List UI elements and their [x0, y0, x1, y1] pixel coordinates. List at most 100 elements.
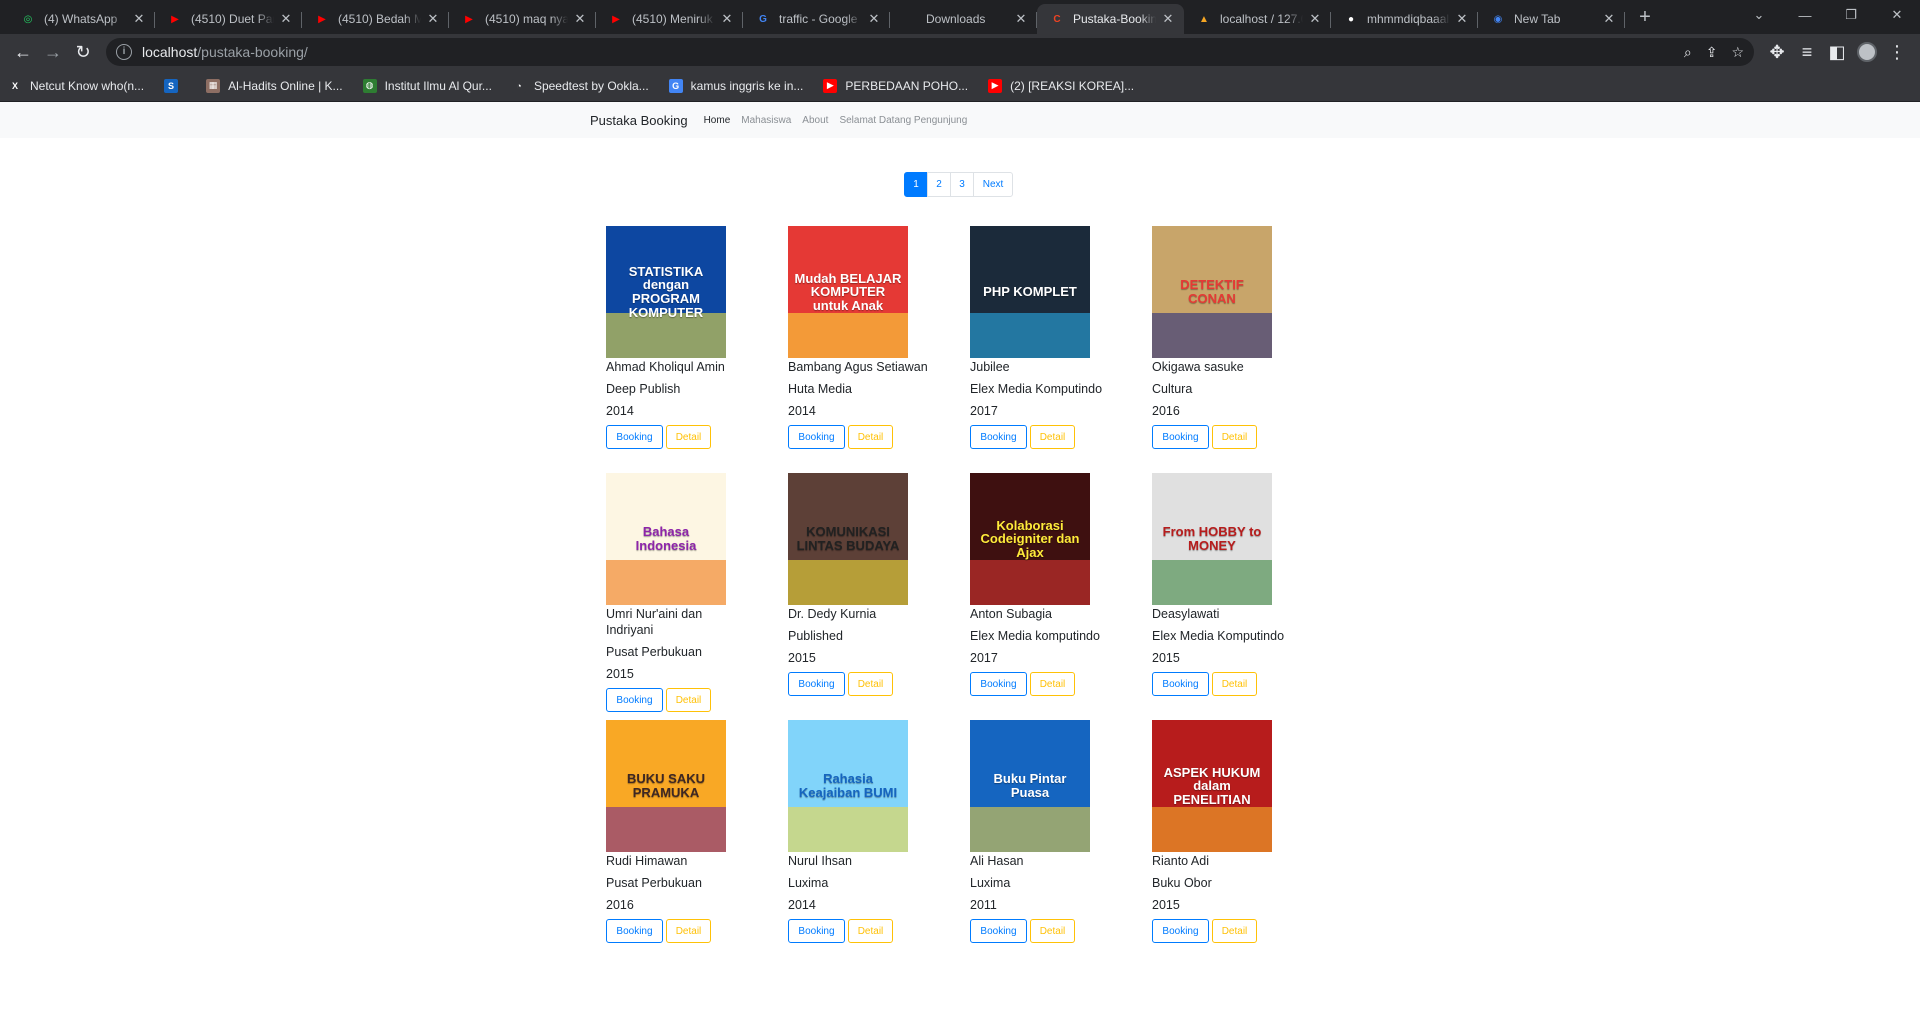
menu-icon[interactable]: ⋮	[1882, 37, 1912, 67]
close-tab-icon[interactable]: ✕	[1454, 11, 1470, 27]
browser-tab[interactable]: ◉ New Tab ✕	[1478, 4, 1625, 34]
share-icon[interactable]: ⇪	[1706, 44, 1718, 61]
page-2-button[interactable]: 2	[927, 172, 951, 197]
detail-button[interactable]: Detail	[1030, 425, 1075, 449]
booking-button[interactable]: Booking	[788, 672, 845, 696]
booking-button[interactable]: Booking	[606, 688, 663, 712]
booking-button[interactable]: Booking	[788, 919, 845, 943]
tab-title: (4510) maq nya	[485, 12, 568, 26]
bookmark-item[interactable]: ▦ Al-Hadits Online | K...	[206, 78, 343, 93]
book-publisher: Pusat Perbukuan	[606, 645, 702, 659]
cover-title: STATISTIKA dengan PROGRAM KOMPUTER	[628, 263, 704, 320]
address-bar[interactable]: i localhost/pustaka-booking/ ⌕ ⇪ ☆	[106, 38, 1754, 66]
detail-button[interactable]: Detail	[1212, 919, 1257, 943]
nav-mahasiswa[interactable]: Mahasiswa	[741, 115, 791, 126]
booking-button[interactable]: Booking	[1152, 425, 1209, 449]
nav-about[interactable]: About	[802, 115, 828, 126]
detail-button[interactable]: Detail	[666, 688, 711, 712]
booking-button[interactable]: Booking	[606, 919, 663, 943]
tab-title: New Tab	[1514, 12, 1561, 26]
book-card: Bahasa Indonesia Umri Nur'aini dan Indriy…	[606, 473, 788, 720]
bookmark-item[interactable]: Gkamus inggris ke in...	[668, 78, 804, 93]
book-actions: Booking Detail	[970, 425, 1152, 449]
close-tab-icon[interactable]: ✕	[131, 11, 147, 27]
navbar-brand[interactable]: Pustaka Booking	[590, 113, 688, 128]
detail-button[interactable]: Detail	[848, 919, 893, 943]
browser-tab[interactable]: C Pustaka-Booking ✕	[1037, 4, 1184, 34]
detail-button[interactable]: Detail	[666, 425, 711, 449]
zoom-icon[interactable]: ⌕	[1684, 44, 1692, 61]
detail-button[interactable]: Detail	[1212, 425, 1257, 449]
browser-tab[interactable]: Gtraffic - Google ✕	[743, 4, 890, 34]
page-1-button[interactable]: 1	[904, 172, 928, 197]
detail-button[interactable]: Detail	[848, 672, 893, 696]
booking-button[interactable]: Booking	[788, 425, 845, 449]
bookmark-label: kamus inggris ke in...	[690, 78, 804, 93]
bookmark-item[interactable]: ▶ (2) [REAKSI KOREA]...	[988, 78, 1134, 93]
forward-button[interactable]: →	[38, 37, 68, 67]
detail-button[interactable]: Detail	[1030, 672, 1075, 696]
bookmark-item[interactable]: S	[164, 78, 186, 93]
bookmark-item[interactable]: X Netcut Know who(n...	[8, 78, 144, 93]
close-tab-icon[interactable]: ✕	[572, 11, 588, 27]
close-tab-icon[interactable]: ✕	[278, 11, 294, 27]
next-page-button[interactable]: Next	[973, 172, 1013, 197]
phpmyadmin-icon: ▲	[1199, 13, 1209, 25]
extensions-icon[interactable]: ✥	[1762, 37, 1792, 67]
detail-button[interactable]: Detail	[1030, 919, 1075, 943]
tab-search-icon[interactable]: ⌄	[1736, 7, 1782, 23]
new-tab-button[interactable]: +	[1631, 4, 1659, 32]
close-tab-icon[interactable]: ✕	[425, 11, 441, 27]
tab-list: ◎ (4) WhatsApp ✕ ▶ (4510) Duet Pan ✕ ▶ (4510) B…	[8, 4, 1625, 34]
close-tab-icon[interactable]: ✕	[1013, 11, 1029, 27]
cover-art	[1152, 560, 1272, 605]
page-3-button[interactable]: 3	[950, 172, 974, 197]
book-grid: STATISTIKA dengan PROGRAM KOMPUTER Ahmad …	[606, 226, 1326, 943]
browser-tab[interactable]: ▶ (4510) Duet Pan ✕	[155, 4, 302, 34]
bookmark-item[interactable]: ▶ PERBEDAAN POHO...	[823, 78, 968, 93]
book-cover-image: ASPEK HUKUM dalam PENELITIAN	[1152, 720, 1272, 852]
book-cover-image: Kolaborasi Codeigniter dan Ajax	[970, 473, 1090, 605]
booking-button[interactable]: Booking	[970, 672, 1027, 696]
close-tab-icon[interactable]: ✕	[1601, 11, 1617, 27]
browser-tab[interactable]: ◎ (4) WhatsApp ✕	[8, 4, 155, 34]
close-tab-icon[interactable]: ✕	[1160, 11, 1176, 27]
bookmark-item[interactable]: ◔ Speedtest by Ookla...	[511, 78, 649, 93]
close-tab-icon[interactable]: ✕	[1307, 11, 1323, 27]
booking-button[interactable]: Booking	[606, 425, 663, 449]
detail-button[interactable]: Detail	[848, 425, 893, 449]
cover-art	[788, 807, 908, 852]
cover-art	[970, 560, 1090, 605]
profile-avatar[interactable]	[1852, 37, 1882, 67]
booking-button[interactable]: Booking	[1152, 672, 1209, 696]
browser-tab[interactable]: ▶ (4510) maq nya ✕	[449, 4, 596, 34]
booking-button[interactable]: Booking	[970, 425, 1027, 449]
minimize-button[interactable]: —	[1782, 8, 1828, 23]
site-info-icon[interactable]: i	[116, 44, 132, 60]
bookmark-star-icon[interactable]: ☆	[1731, 44, 1744, 61]
book-cover-image: STATISTIKA dengan PROGRAM KOMPUTER	[606, 226, 726, 358]
browser-tab[interactable]: ● mhmmdiqbaaal ✕	[1331, 4, 1478, 34]
reload-button[interactable]: ↻	[68, 37, 98, 67]
nav-home[interactable]: Home	[704, 115, 731, 126]
browser-tab[interactable]: ▲ localhost / 127.0 ✕	[1184, 4, 1331, 34]
close-tab-icon[interactable]: ✕	[866, 11, 882, 27]
detail-button[interactable]: Detail	[1212, 672, 1257, 696]
booking-button[interactable]: Booking	[970, 919, 1027, 943]
media-control-icon[interactable]: ≡	[1792, 37, 1822, 67]
browser-tab[interactable]: ▶ (4510) Bedah M ✕	[302, 4, 449, 34]
youtube-icon: ▶	[171, 13, 179, 25]
browser-tab[interactable]: ▶ (4510) Meniruk ✕	[596, 4, 743, 34]
bookmark-item[interactable]: ◍ Institut Ilmu Al Qur...	[362, 78, 492, 93]
close-tab-icon[interactable]: ✕	[719, 11, 735, 27]
cover-art	[1152, 807, 1272, 852]
cover-title: Bahasa Indonesia	[635, 524, 697, 553]
detail-button[interactable]: Detail	[666, 919, 711, 943]
side-panel-icon[interactable]: ◧	[1822, 37, 1852, 67]
restore-button[interactable]: ❐	[1828, 7, 1874, 23]
booking-button[interactable]: Booking	[1152, 919, 1209, 943]
back-button[interactable]: ←	[8, 37, 38, 67]
close-window-button[interactable]: ✕	[1874, 7, 1920, 23]
nav-welcome[interactable]: Selamat Datang Pengunjung	[839, 115, 967, 126]
browser-tab[interactable]: ⤓ Downloads ✕	[890, 4, 1037, 34]
